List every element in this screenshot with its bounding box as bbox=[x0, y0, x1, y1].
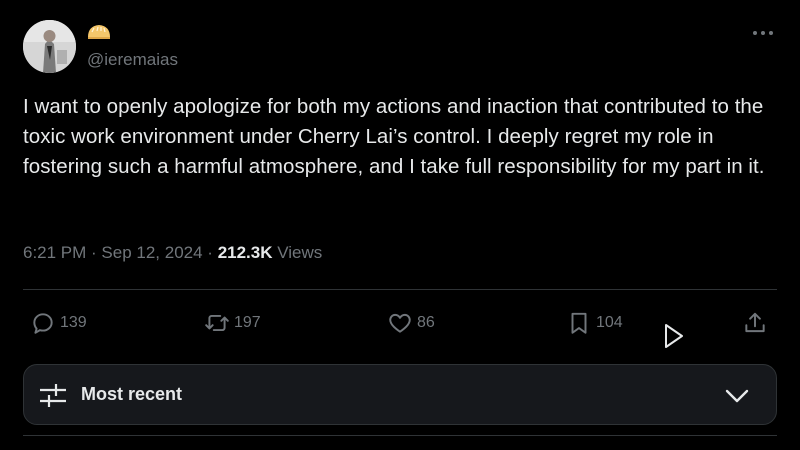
tweet-time[interactable]: 6:21 PM bbox=[23, 243, 86, 262]
views-label: Views bbox=[272, 243, 323, 262]
tweet-meta: 6:21 PM · Sep 12, 2024 · 212.3K Views bbox=[23, 243, 322, 263]
mouse-cursor-icon bbox=[662, 322, 686, 350]
sort-label: Most recent bbox=[81, 384, 183, 404]
reply-icon bbox=[33, 313, 53, 334]
share-icon bbox=[745, 312, 765, 333]
like-count: 86 bbox=[417, 314, 435, 331]
heart-icon bbox=[389, 313, 411, 333]
repost-icon bbox=[205, 314, 229, 332]
reply-count: 139 bbox=[60, 314, 87, 331]
more-options-icon[interactable] bbox=[751, 26, 775, 38]
tweet-text: I want to openly apologize for both my a… bbox=[23, 95, 765, 178]
chevron-down-icon bbox=[724, 385, 750, 407]
like-button[interactable]: 86 bbox=[387, 306, 435, 340]
reply-button[interactable]: 139 bbox=[30, 306, 87, 340]
divider bbox=[23, 289, 777, 290]
views-count[interactable]: 212.3K bbox=[218, 243, 273, 262]
avatar[interactable] bbox=[23, 20, 76, 73]
meta-separator: · bbox=[202, 243, 218, 262]
meta-separator: · bbox=[86, 243, 102, 262]
sliders-icon bbox=[38, 381, 68, 409]
bookmark-icon bbox=[571, 312, 587, 334]
share-button[interactable] bbox=[742, 306, 768, 340]
bookmark-count: 104 bbox=[596, 314, 623, 331]
repost-button[interactable]: 197 bbox=[204, 306, 261, 340]
repost-count: 197 bbox=[234, 314, 261, 331]
tweet-date[interactable]: Sep 12, 2024 bbox=[101, 243, 202, 262]
divider bbox=[23, 435, 777, 436]
emoji-badge-icon bbox=[86, 22, 112, 40]
author-handle[interactable]: @ieremaias bbox=[87, 50, 178, 70]
bookmark-button[interactable]: 104 bbox=[566, 306, 623, 340]
sort-replies-dropdown[interactable]: Most recent bbox=[23, 364, 777, 425]
